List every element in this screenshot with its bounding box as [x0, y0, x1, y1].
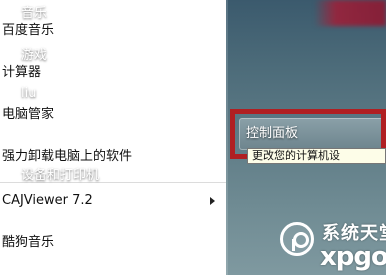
- program-label: 酷狗音乐: [2, 235, 55, 250]
- control-panel-tooltip: 更改您的计算机设: [247, 148, 386, 164]
- watermark-logo-icon: [280, 222, 314, 256]
- right-item-label: liu: [21, 86, 37, 101]
- right-item-games[interactable]: 游戏: [21, 42, 47, 70]
- right-item-user-liu[interactable]: liu: [21, 80, 36, 108]
- right-item-label: 音乐: [21, 6, 48, 21]
- right-item-devices-printers[interactable]: 设备和打印机: [21, 162, 99, 190]
- right-item-label: 设备和打印机: [21, 168, 100, 183]
- program-label: 电脑管家: [2, 107, 55, 122]
- program-cajviewer[interactable]: CAJViewer 7.2: [2, 186, 222, 216]
- tooltip-text: 更改您的计算机设: [252, 149, 340, 162]
- program-label: CAJViewer 7.2: [2, 193, 93, 208]
- right-item-label: 游戏: [21, 48, 48, 63]
- watermark-en-text: xpgod: [320, 242, 386, 272]
- program-kugou-music[interactable]: 酷狗音乐: [2, 228, 54, 258]
- blurred-user-picture: [314, 0, 386, 26]
- right-item-music[interactable]: 音乐: [21, 0, 47, 28]
- submenu-arrow-icon: [210, 197, 215, 205]
- site-watermark: 系统天堂 xpgod: [280, 216, 386, 275]
